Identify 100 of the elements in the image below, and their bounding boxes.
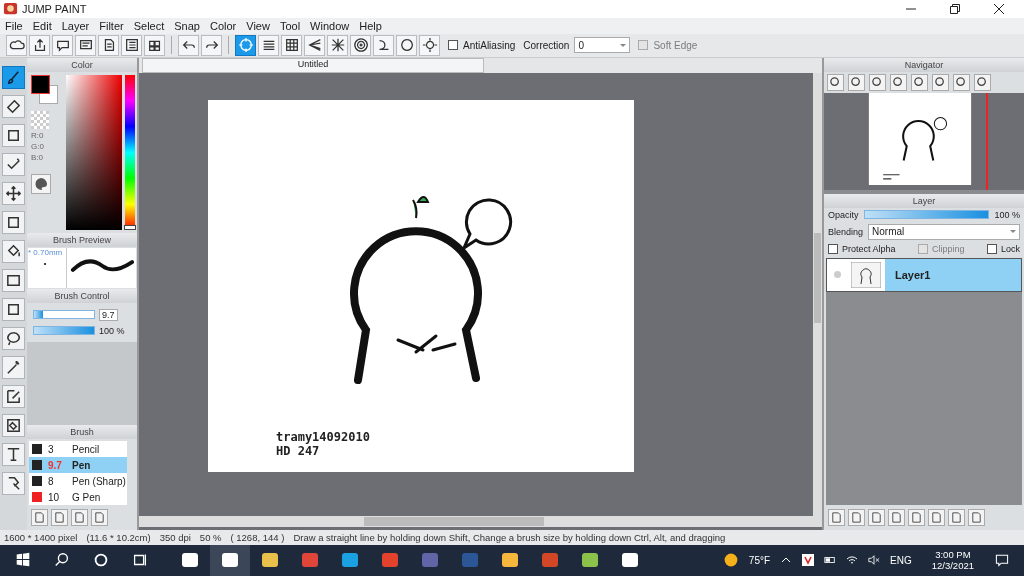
size-slider[interactable] — [33, 310, 95, 320]
checkbox[interactable] — [448, 40, 458, 51]
brush-size: 9.7 — [48, 459, 63, 471]
checkbox-label: Protect Alpha — [842, 243, 896, 254]
tool-button[interactable] — [2, 65, 25, 89]
tool-button[interactable] — [2, 210, 25, 234]
status-text: Draw a straight line by holding down Shift, Change a brush size by holding down Ctrl, Alt, and dragging — [293, 532, 726, 543]
vertical-scrollbar[interactable] — [813, 72, 822, 516]
toolbar-button[interactable] — [6, 34, 27, 56]
tray-app-icon[interactable] — [802, 554, 815, 567]
tool-button[interactable] — [2, 297, 25, 321]
toolbar-button[interactable] — [281, 34, 302, 56]
toolbar-button[interactable] — [121, 34, 142, 56]
hue-marker[interactable] — [124, 224, 136, 230]
concentric-circles-icon — [352, 37, 369, 54]
lasso-icon — [5, 329, 22, 347]
text-tool-icon — [5, 445, 22, 463]
correction-label: Correction — [523, 39, 570, 51]
language-indicator[interactable]: ENG — [890, 555, 912, 566]
brush-size-label: * 0.70mm — [28, 247, 63, 257]
tool-button[interactable] — [2, 413, 25, 437]
layer-thumbnail — [851, 261, 881, 288]
color-swatches[interactable] — [31, 74, 59, 105]
toolbar-button[interactable] — [75, 34, 96, 56]
toolbar-button[interactable] — [144, 34, 165, 56]
brush-item[interactable]: 10 G Pen — [29, 489, 127, 505]
menu-item[interactable]: Filter — [99, 19, 124, 32]
tool-button[interactable] — [2, 239, 25, 263]
toolbar-button[interactable] — [396, 34, 417, 56]
brush-item[interactable]: 8 Pen (Sharp) — [29, 473, 127, 489]
clock[interactable]: 3:00 PM 12/3/2021 — [931, 549, 974, 572]
visibility-toggle[interactable] — [833, 271, 841, 279]
panel-title: Brush Control — [54, 290, 110, 301]
close-icon[interactable] — [994, 4, 1004, 14]
checkbox-label: AntiAliasing — [463, 39, 516, 51]
toolbar-button[interactable] — [258, 34, 279, 56]
checkbox[interactable] — [828, 243, 838, 254]
transparent-swatch[interactable] — [31, 110, 49, 129]
tool-button[interactable] — [2, 94, 25, 118]
checkbox-label: Soft Edge — [653, 39, 698, 51]
toolbar-button[interactable] — [98, 34, 119, 56]
correction-dropdown[interactable]: 0 — [574, 37, 631, 54]
layer-name: Layer1 — [885, 258, 1021, 291]
canvas[interactable]: tramy14092010 HD 247 — [208, 99, 634, 472]
tool-button[interactable] — [2, 123, 25, 147]
toolbar-button[interactable] — [419, 34, 440, 56]
tool-button[interactable] — [2, 471, 25, 495]
notification-icon[interactable] — [994, 552, 1010, 569]
layer-opacity-slider[interactable] — [863, 210, 990, 220]
layer-item[interactable]: Layer1 — [826, 257, 1022, 292]
horizontal-scrollbar[interactable] — [139, 516, 822, 527]
menu-item[interactable]: Color — [209, 19, 237, 32]
blending-dropdown[interactable]: Normal — [868, 223, 1020, 240]
rgb-value: R:0 — [31, 130, 45, 140]
tool-button[interactable] — [2, 442, 25, 466]
toolbar-button[interactable] — [52, 34, 73, 56]
rgb-value: G:0 — [31, 141, 45, 151]
tool-button[interactable] — [2, 152, 25, 176]
brush-item[interactable]: 9.7 Pen — [29, 457, 127, 473]
menu-item[interactable]: Layer — [61, 19, 90, 32]
menu-item[interactable]: Tool — [279, 19, 301, 32]
layer-opacity-value: 100 % — [994, 209, 1020, 220]
toolbar-button[interactable] — [29, 34, 50, 56]
menu-item[interactable]: Snap — [174, 19, 200, 32]
panel-title: Layer — [912, 195, 936, 206]
color-picker[interactable] — [66, 74, 122, 230]
menu-item[interactable]: File — [5, 19, 23, 32]
menu-item[interactable]: Window — [310, 19, 350, 32]
tool-button[interactable] — [2, 326, 25, 350]
checkbox[interactable] — [987, 243, 997, 254]
muted-speaker-icon[interactable] — [868, 554, 881, 567]
toolbar-button[interactable] — [373, 34, 394, 56]
menu-item[interactable]: Edit — [32, 19, 52, 32]
size-value: 9.7 — [99, 308, 118, 321]
palette-button[interactable] — [31, 173, 51, 194]
toolbar-button[interactable] — [327, 34, 348, 56]
checkbox-label: Clipping — [932, 243, 965, 254]
toolbar-button[interactable] — [304, 34, 325, 56]
taskbar-app[interactable] — [210, 545, 250, 576]
opacity-slider[interactable] — [33, 326, 95, 336]
eraser-icon — [5, 97, 22, 115]
menu-item[interactable]: Select — [133, 19, 165, 32]
brush-item[interactable]: 3 Pencil — [29, 441, 127, 457]
toolbar-button[interactable] — [350, 34, 371, 56]
brush-name: Pen — [72, 459, 91, 471]
menu-item[interactable]: View — [246, 19, 270, 32]
tool-button[interactable] — [2, 355, 25, 379]
brush-name: Pencil — [72, 443, 100, 455]
tool-button[interactable] — [2, 384, 25, 408]
temperature: 75°F — [748, 555, 771, 566]
hue-slider[interactable] — [125, 74, 135, 230]
move-icon — [5, 184, 22, 202]
opacity-value: 100 % — [99, 325, 125, 336]
brush-icon — [5, 68, 22, 86]
menu-item[interactable]: Help — [359, 19, 382, 32]
checkbox-label: Lock — [1001, 243, 1020, 254]
list-icon — [123, 37, 140, 54]
tool-button[interactable] — [2, 268, 25, 292]
restore-icon[interactable] — [950, 4, 960, 14]
tool-button[interactable] — [2, 181, 25, 205]
